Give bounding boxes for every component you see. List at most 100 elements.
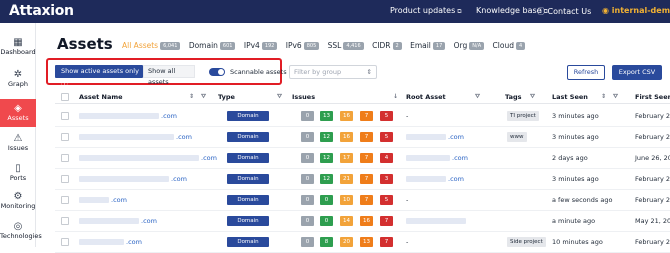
asset-name-link[interactable]: .com (161, 112, 177, 120)
tab-domain[interactable]: Domain 601 (189, 41, 236, 50)
tab-ssl[interactable]: SSL 4,416 (328, 41, 364, 50)
row-checkbox[interactable] (61, 175, 69, 183)
asset-name-link[interactable]: .com (171, 175, 187, 183)
issue-count-badge[interactable]: 7 (380, 216, 393, 226)
sidebar-item-graph[interactable]: ✲ Graph (0, 69, 36, 97)
issue-count-badge[interactable]: 0 (320, 216, 333, 226)
issue-count-badge[interactable]: 12 (320, 153, 333, 163)
issue-count-badge[interactable]: 0 (301, 153, 314, 163)
issue-count-badge[interactable]: 0 (301, 237, 314, 247)
col-tags[interactable]: Tags (505, 93, 522, 101)
issue-count-badge[interactable]: 12 (320, 174, 333, 184)
issue-count-badge[interactable]: 0 (301, 216, 314, 226)
issue-count-badge[interactable]: 12 (320, 132, 333, 142)
asset-name-link[interactable]: .com (201, 154, 217, 162)
sidebar-item-technologies[interactable]: ◎ Technologies (0, 221, 42, 247)
issue-count-badge[interactable]: 16 (360, 216, 373, 226)
col-first-seen[interactable]: First Seen (635, 93, 670, 101)
tab-ipv6[interactable]: IPv6 805 (286, 41, 320, 50)
table-row[interactable]: .com Domain 0 0 10 7 5 - a few seconds ago Februa… (55, 190, 670, 211)
row-checkbox[interactable] (61, 238, 69, 246)
issue-count-badge[interactable]: 5 (380, 111, 393, 121)
row-checkbox[interactable] (61, 154, 69, 162)
filter-icon[interactable]: ⛛ (613, 93, 618, 101)
issue-count-badge[interactable]: 13 (360, 237, 373, 247)
product-updates-link[interactable]: Product updates ⧉ (390, 6, 462, 16)
issue-count-badge[interactable]: 10 (340, 195, 353, 205)
asset-name-link[interactable]: .com (111, 196, 127, 204)
tab-ipv4[interactable]: IPv4 192 (244, 41, 278, 50)
asset-name-link[interactable]: .com (141, 217, 157, 225)
row-checkbox[interactable] (61, 217, 69, 225)
filter-icon[interactable]: ⛛ (201, 93, 206, 101)
issue-count-badge[interactable]: 0 (301, 111, 314, 121)
row-checkbox[interactable] (61, 133, 69, 141)
sidebar-item-dashboard[interactable]: ▦ Dashboard (0, 37, 36, 65)
table-row[interactable]: .com Domain 0 8 20 13 7 - Side project 10 minutes… (55, 232, 670, 253)
issue-count-badge[interactable]: 14 (340, 216, 353, 226)
table-row[interactable]: .com Domain 0 12 17 7 4 .com 2 days ago June 26, … (55, 148, 670, 169)
sidebar-item-monitoring[interactable]: ⚙ Monitoring (0, 191, 36, 219)
col-type[interactable]: Type (218, 93, 235, 101)
asset-name-link[interactable]: .com (126, 238, 142, 246)
issue-count-badge[interactable]: 0 (301, 195, 314, 205)
issue-count-badge[interactable]: 0 (320, 195, 333, 205)
issue-count-badge[interactable]: 17 (340, 153, 353, 163)
issue-count-badge[interactable]: 7 (360, 111, 373, 121)
issue-count-badge[interactable]: 7 (380, 237, 393, 247)
sort-icon[interactable]: ⇕ (189, 93, 194, 100)
org-switcher[interactable]: ◉ internal-demo (602, 6, 670, 15)
issue-count-badge[interactable]: 7 (360, 195, 373, 205)
show-active-assets-button[interactable]: Show active assets only ⓘ (55, 65, 143, 88)
issue-count-badge[interactable]: 16 (340, 111, 353, 121)
issue-count-badge[interactable]: 7 (360, 132, 373, 142)
sidebar-item-issues[interactable]: ⚠ Issues (0, 133, 36, 161)
select-all-checkbox[interactable] (61, 93, 69, 101)
root-asset-link[interactable]: .com (448, 133, 464, 141)
sidebar-item-assets[interactable]: ◈ Assets (0, 99, 36, 127)
refresh-button[interactable]: Refresh (567, 65, 605, 80)
issue-count-badge[interactable]: 4 (380, 153, 393, 163)
sort-down-icon[interactable]: ↓ (393, 93, 398, 100)
attaxion-logo[interactable]: Attaxion (9, 3, 74, 19)
root-asset-link[interactable]: .com (452, 154, 468, 162)
tag-chip[interactable]: Side project (507, 237, 546, 247)
root-asset-link[interactable]: .com (448, 175, 464, 183)
tag-chip[interactable]: TI project (507, 111, 539, 121)
tab-email[interactable]: Email 17 (410, 41, 446, 50)
row-checkbox[interactable] (61, 196, 69, 204)
export-csv-button[interactable]: Export CSV (612, 65, 662, 80)
contact-us-link[interactable]: ⓘ Contact Us (537, 6, 591, 17)
filter-icon[interactable]: ⛛ (475, 93, 480, 101)
show-all-assets-button[interactable]: Show all assets (143, 65, 195, 86)
issue-count-badge[interactable]: 7 (360, 174, 373, 184)
col-asset-name[interactable]: Asset Name (79, 93, 123, 101)
issue-count-badge[interactable]: 8 (320, 237, 333, 247)
tab-cloud[interactable]: Cloud 4 (493, 41, 526, 50)
issue-count-badge[interactable]: 21 (340, 174, 353, 184)
issue-count-badge[interactable]: 16 (340, 132, 353, 142)
issue-count-badge[interactable]: 13 (320, 111, 333, 121)
col-issues[interactable]: Issues (292, 93, 315, 101)
row-checkbox[interactable] (61, 112, 69, 120)
sidebar-item-ports[interactable]: ▯ Ports (0, 163, 36, 191)
issue-count-badge[interactable]: 5 (380, 195, 393, 205)
table-row[interactable]: .com Domain 0 12 16 7 5 .com www 3 minutes ago Feb… (55, 127, 670, 148)
tag-chip[interactable]: www (507, 132, 527, 142)
filter-icon[interactable]: ⛛ (277, 93, 282, 101)
scannable-toggle[interactable] (209, 68, 225, 76)
asset-name-link[interactable]: .com (176, 133, 192, 141)
col-root-asset[interactable]: Root Asset (406, 93, 446, 101)
issue-count-badge[interactable]: 7 (360, 153, 373, 163)
filter-icon[interactable]: ⛛ (530, 93, 535, 101)
col-last-seen[interactable]: Last Seen (552, 93, 588, 101)
tab-cidr[interactable]: CIDR 2 (372, 41, 402, 50)
tab-all-assets[interactable]: All Assets 6,041 (122, 41, 181, 50)
issue-count-badge[interactable]: 0 (301, 132, 314, 142)
sort-icon[interactable]: ⇕ (601, 93, 606, 100)
table-row[interactable]: .com Domain 00 14 16 7 a minute ago May 21, 202… (55, 211, 670, 232)
issue-count-badge[interactable]: 20 (340, 237, 353, 247)
group-filter-select[interactable]: Filter by group ⇕ (289, 65, 377, 79)
tab-org[interactable]: Org N/A (454, 41, 485, 50)
table-row[interactable]: .com Domain 0 13 16 7 5 - TI project 3 minutes ag… (55, 106, 670, 127)
